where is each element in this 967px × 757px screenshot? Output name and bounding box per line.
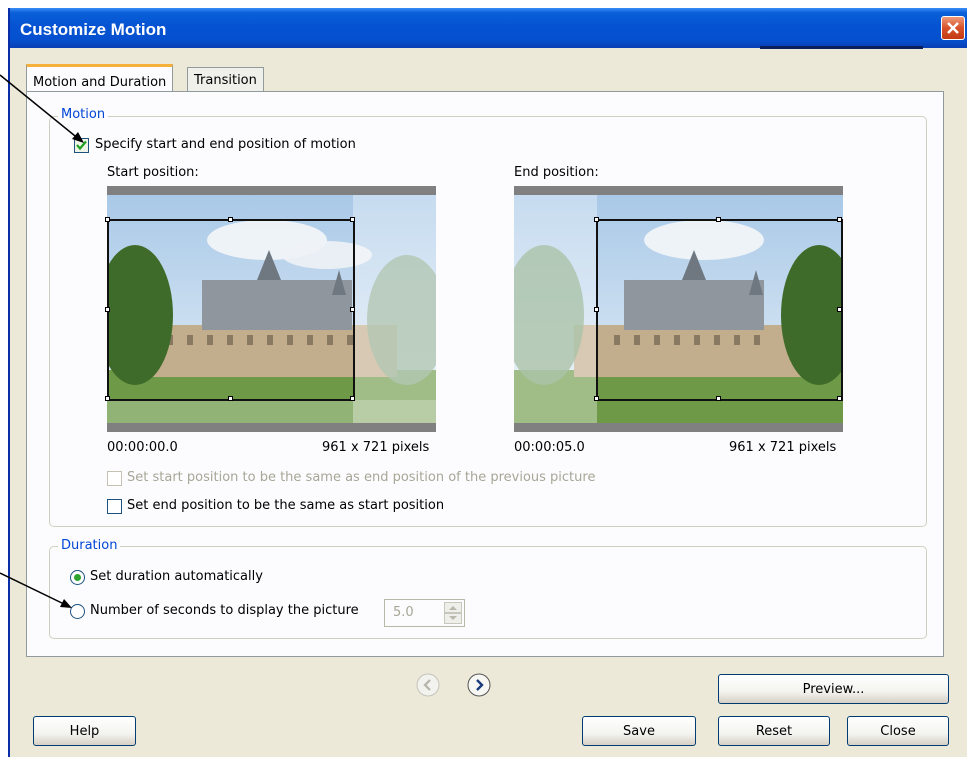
window-title: Customize Motion xyxy=(20,20,167,39)
close-icon xyxy=(947,22,959,34)
crop-handle[interactable] xyxy=(837,217,842,222)
tab-transition[interactable]: Transition xyxy=(187,67,264,92)
end-position-label: End position: xyxy=(514,165,599,180)
crop-handle[interactable] xyxy=(837,307,842,312)
start-position-label: Start position: xyxy=(107,165,199,180)
close-window-button[interactable] xyxy=(941,16,965,40)
crop-handle[interactable] xyxy=(716,396,721,401)
crop-handle[interactable] xyxy=(350,307,355,312)
duration-legend: Duration xyxy=(58,538,121,553)
seconds-duration-label: Number of seconds to display the picture xyxy=(90,603,359,618)
specify-motion-label: Specify start and end position of motion xyxy=(95,137,356,152)
crop-handle[interactable] xyxy=(350,217,355,222)
crop-handle[interactable] xyxy=(594,396,599,401)
same-as-previous-label: Set start position to be the same as end… xyxy=(127,470,596,485)
reset-button[interactable]: Reset xyxy=(718,716,830,746)
end-timecode: 00:00:05.0 xyxy=(514,440,585,455)
duration-group xyxy=(49,546,927,639)
crop-handle[interactable] xyxy=(105,217,110,222)
radio-selected-dot xyxy=(74,574,81,581)
crop-handle[interactable] xyxy=(837,396,842,401)
checkmark-icon xyxy=(76,140,87,151)
crop-handle[interactable] xyxy=(716,217,721,222)
spinner-arrows[interactable] xyxy=(444,602,462,624)
motion-legend: Motion xyxy=(58,107,109,122)
start-crop-rectangle[interactable] xyxy=(107,219,355,401)
seconds-spinner[interactable]: 5.0 xyxy=(384,599,465,627)
arrow-left-icon xyxy=(416,673,440,697)
crop-handle[interactable] xyxy=(350,396,355,401)
crop-handle[interactable] xyxy=(105,307,110,312)
arrow-right-icon xyxy=(467,673,491,697)
seconds-duration-radio[interactable] xyxy=(70,604,85,619)
crop-handle[interactable] xyxy=(228,217,233,222)
auto-duration-radio[interactable] xyxy=(70,570,85,585)
specify-motion-checkbox[interactable] xyxy=(74,138,89,153)
spin-up-down-icon xyxy=(444,602,462,624)
title-decoration xyxy=(760,46,923,49)
crop-handle[interactable] xyxy=(228,396,233,401)
crop-handle[interactable] xyxy=(105,396,110,401)
same-as-previous-checkbox[interactable] xyxy=(107,471,122,486)
seconds-value: 5.0 xyxy=(393,605,414,620)
previous-picture-button[interactable] xyxy=(416,673,440,697)
crop-handle[interactable] xyxy=(594,217,599,222)
save-button[interactable]: Save xyxy=(582,716,696,746)
start-resolution: 961 x 721 pixels xyxy=(322,440,430,455)
title-bar[interactable]: Customize Motion xyxy=(10,8,967,49)
start-timecode: 00:00:00.0 xyxy=(107,440,178,455)
tab-motion-and-duration[interactable]: Motion and Duration xyxy=(26,64,174,92)
end-resolution: 961 x 721 pixels xyxy=(729,440,837,455)
same-as-start-label: Set end position to be the same as start… xyxy=(127,498,445,513)
auto-duration-label: Set duration automatically xyxy=(90,569,263,584)
close-button[interactable]: Close xyxy=(847,716,949,746)
next-picture-button[interactable] xyxy=(467,673,491,697)
help-button[interactable]: Help xyxy=(33,716,136,746)
same-as-start-checkbox[interactable] xyxy=(107,499,122,514)
start-position-preview xyxy=(105,186,436,432)
preview-button[interactable]: Preview... xyxy=(718,674,949,704)
end-position-preview xyxy=(514,186,843,432)
end-crop-rectangle[interactable] xyxy=(596,219,843,401)
crop-handle[interactable] xyxy=(594,307,599,312)
